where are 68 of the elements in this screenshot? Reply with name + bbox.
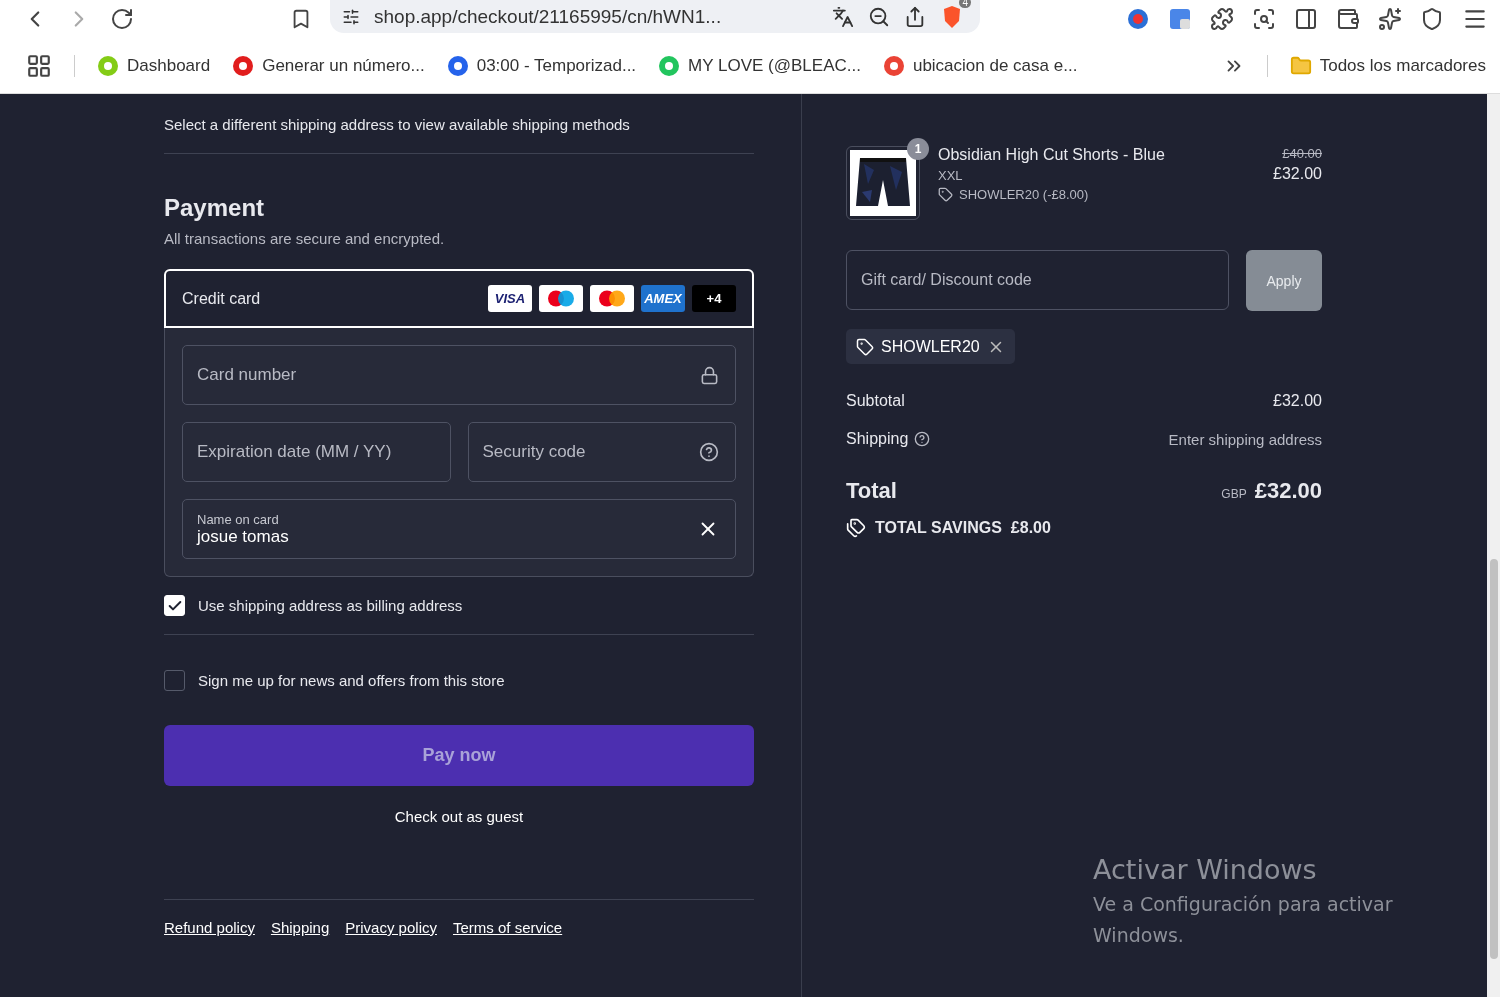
expiration-date-field[interactable]: Expiration date (MM / YY) bbox=[182, 422, 451, 482]
share-icon[interactable] bbox=[904, 6, 926, 28]
bookmark-item[interactable]: Dashboard bbox=[97, 54, 211, 77]
guest-checkout-link[interactable]: Check out as guest bbox=[394, 808, 524, 825]
help-icon[interactable] bbox=[914, 431, 931, 447]
discount-chip: SHOWLER20 bbox=[846, 329, 1015, 364]
folder-icon bbox=[1289, 54, 1312, 77]
extension-badge: 4 bbox=[959, 0, 971, 8]
footer-link[interactable]: Refund policy bbox=[164, 919, 255, 936]
extensions-icon[interactable] bbox=[1210, 7, 1234, 31]
shipping-label: Shipping bbox=[846, 430, 909, 448]
item-discount: SHOWLER20 (-£8.00) bbox=[959, 187, 1089, 202]
apps-icon[interactable] bbox=[26, 52, 52, 79]
subtotal-value: £32.00 bbox=[1273, 392, 1322, 410]
currency-code: GBP bbox=[1221, 487, 1247, 501]
zoom-out-icon[interactable] bbox=[868, 6, 890, 28]
total-savings-label: TOTAL SAVINGS bbox=[875, 519, 1002, 537]
help-icon[interactable] bbox=[699, 442, 719, 462]
footer-link[interactable]: Terms of service bbox=[453, 919, 563, 936]
amex-logo: AMEX bbox=[641, 285, 685, 312]
checkbox[interactable] bbox=[164, 670, 185, 691]
bookmarks-folder[interactable]: Todos los marcadores bbox=[1289, 54, 1486, 77]
activation-message: Ve a Configuración para activar Windows. bbox=[1093, 892, 1394, 948]
card-number-field[interactable]: Card number bbox=[182, 345, 736, 405]
sidebar-icon[interactable] bbox=[1294, 7, 1318, 31]
site-settings-icon[interactable] bbox=[342, 8, 360, 26]
shield-icon[interactable] bbox=[1420, 7, 1444, 31]
item-price: £32.00 bbox=[1273, 165, 1322, 183]
extension-icon[interactable] bbox=[1126, 7, 1150, 31]
visa-logo: VISA bbox=[488, 285, 532, 312]
wallet-icon[interactable] bbox=[1336, 7, 1360, 31]
activation-title: Activar Windows bbox=[1093, 854, 1318, 885]
bookmark-item[interactable]: ubicacion de casa e... bbox=[882, 54, 1078, 77]
lock-icon bbox=[700, 365, 719, 385]
address-bar[interactable]: shop.app/checkout/21165995/cn/hWN1... 4 bbox=[330, 0, 980, 33]
payment-subtitle: All transactions are secure and encrypted. bbox=[164, 230, 446, 247]
subtotal-label: Subtotal bbox=[846, 392, 905, 410]
reload-icon[interactable] bbox=[110, 7, 134, 31]
tags-icon bbox=[846, 518, 866, 538]
total-savings-value: £8.00 bbox=[1010, 519, 1051, 537]
newsletter-checkbox-label: Sign me up for news and offers from this store bbox=[198, 672, 505, 689]
name-on-card-field[interactable]: Name on card josue tomas bbox=[182, 499, 736, 559]
more-cards-badge: +4 bbox=[692, 285, 736, 312]
footer-link[interactable]: Shipping bbox=[270, 919, 330, 936]
original-price: £40.00 bbox=[1282, 146, 1322, 161]
sparkle-icon[interactable] bbox=[1378, 7, 1402, 31]
quantity-badge: 1 bbox=[907, 138, 929, 160]
payment-heading: Payment bbox=[164, 194, 266, 222]
mastercard-logo bbox=[590, 285, 634, 312]
footer-link[interactable]: Privacy policy bbox=[345, 919, 437, 936]
product-name: Obsidian High Cut Shorts - Blue bbox=[938, 146, 1166, 164]
bookmark-item[interactable]: MY LOVE (@BLEAC... bbox=[658, 54, 861, 77]
bookmark-item[interactable]: Generar un número... bbox=[232, 54, 425, 77]
billing-checkbox-label: Use shipping address as billing address bbox=[198, 597, 463, 614]
total-label: Total bbox=[846, 478, 897, 504]
tag-icon bbox=[856, 337, 874, 356]
screenshot-icon[interactable] bbox=[1252, 7, 1276, 31]
tag-icon bbox=[938, 187, 953, 202]
discount-code-field[interactable]: Gift card/ Discount code bbox=[846, 250, 1229, 310]
bookmark-item[interactable]: 03:00 - Temporizad... bbox=[446, 54, 637, 77]
total-value: £32.00 bbox=[1254, 478, 1322, 504]
maestro-logo bbox=[539, 285, 583, 312]
scrollbar[interactable] bbox=[1487, 94, 1500, 997]
product-variant: XXL bbox=[938, 168, 964, 183]
shipping-value: Enter shipping address bbox=[1168, 430, 1322, 448]
translate-icon[interactable] bbox=[832, 6, 854, 28]
security-code-field[interactable]: Security code bbox=[467, 422, 736, 482]
shipping-message: Select a different shipping address to view available shipping methods bbox=[164, 116, 631, 133]
